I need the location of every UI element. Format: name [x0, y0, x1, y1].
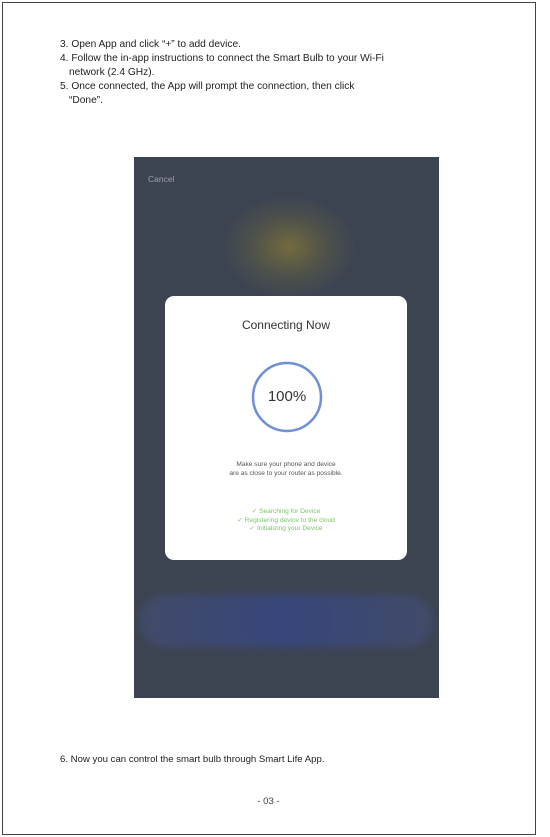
- status-label: Searching for Device: [259, 508, 321, 515]
- step-5-continued: “Done”.: [69, 95, 103, 106]
- proximity-hint: Make sure your phone and device are as c…: [165, 460, 407, 478]
- status-list: ✓ Searching for Device ✓ Registering devic…: [165, 508, 407, 534]
- page-number: - 03 -: [257, 796, 280, 807]
- cancel-button[interactable]: Cancel: [148, 174, 174, 184]
- blurred-bottom-button: [140, 595, 433, 647]
- manual-page: 3. Open App and click “+” to add device.…: [0, 0, 550, 837]
- status-label: Initializing your Device: [256, 525, 323, 532]
- instruction-list: 3. Open App and click “+” to add device.…: [60, 38, 530, 108]
- status-item-registering: ✓ Registering device to the cloud: [165, 517, 407, 526]
- step-6: 6. Now you can control the smart bulb th…: [60, 754, 325, 765]
- step-3: 3. Open App and click “+” to add device.: [60, 39, 241, 50]
- check-icon: ✓: [251, 508, 258, 515]
- dialog-title: Connecting Now: [241, 318, 331, 332]
- step-4: 4. Follow the in-app instructions to con…: [60, 53, 384, 64]
- step-4-continued: network (2.4 GHz).: [69, 67, 155, 78]
- hint-line-2: are as close to your router as possible.: [229, 470, 343, 477]
- progress-percentage: 100%: [267, 388, 307, 405]
- status-item-searching: ✓ Searching for Device: [165, 508, 407, 517]
- status-label: Registering device to the cloud: [244, 516, 335, 524]
- bulb-glow: [224, 197, 354, 297]
- phone-screenshot: Cancel Connecting Now 100% Make sure you…: [134, 157, 439, 698]
- status-item-initializing: ✓ Initializing your Device: [165, 525, 407, 534]
- hint-line-1: Make sure your phone and device: [236, 461, 336, 468]
- check-icon: ✓: [249, 525, 255, 532]
- check-icon: ✓: [237, 516, 243, 524]
- step-5: 5. Once connected, the App will prompt t…: [60, 81, 355, 92]
- connecting-dialog: Connecting Now 100% Make sure your phone…: [165, 296, 407, 560]
